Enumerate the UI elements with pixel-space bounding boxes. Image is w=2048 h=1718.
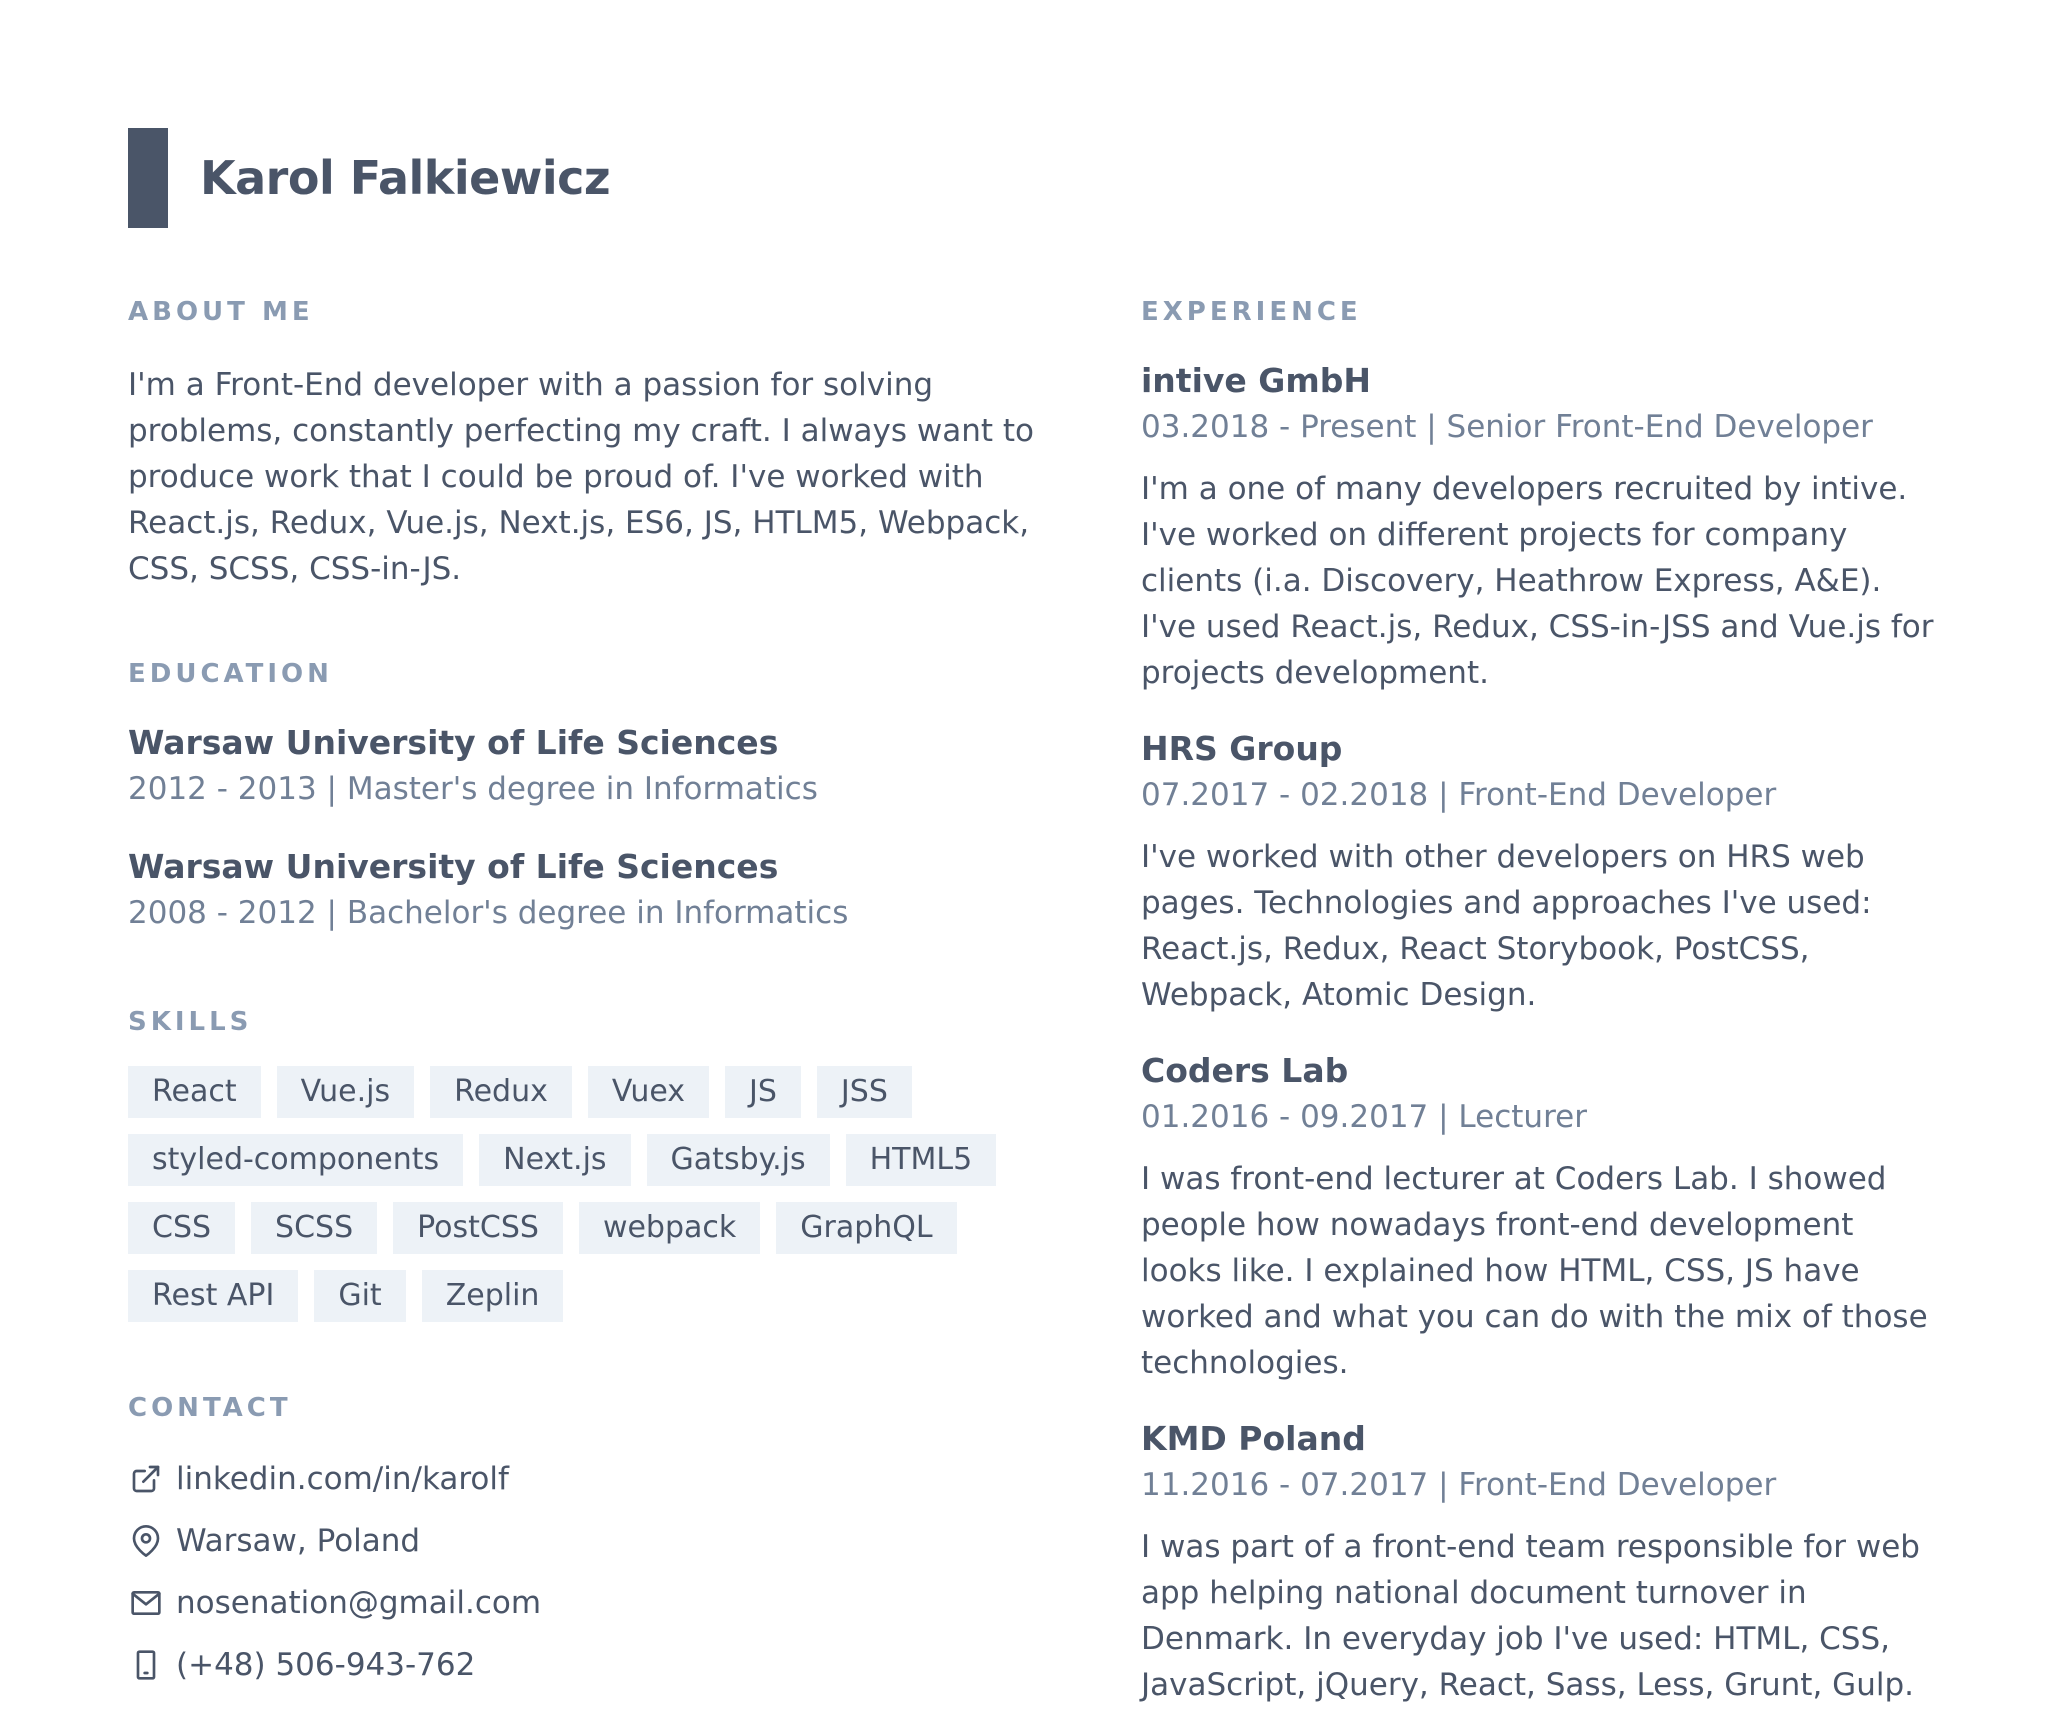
education-item: Warsaw University of Life Sciences 2008 … — [128, 844, 1078, 936]
linkedin-link[interactable]: linkedin.com/in/karolf — [176, 1461, 509, 1497]
contact-section: Contact linkedin.com/in/karolf — [128, 1390, 1078, 1696]
experience-list: intive GmbH 03.2018 - Present | Senior F… — [1141, 358, 1941, 1708]
skills-list: React Vue.js Redux Vuex JS JSS styled-co… — [128, 1066, 1028, 1338]
about-section: About me I'm a Front-End developer with … — [128, 294, 1078, 592]
experience-company: KMD Poland — [1141, 1419, 1366, 1458]
map-pin-icon — [128, 1523, 164, 1559]
resume-header: Karol Falkiewicz — [128, 128, 611, 228]
education-school: Warsaw University of Life Sciences — [128, 723, 779, 762]
skill-chip: Vue.js — [276, 1066, 415, 1118]
skills-section: Skills React Vue.js Redux Vuex JS JSS st… — [128, 1004, 1078, 1338]
email-link[interactable]: nosenation@gmail.com — [176, 1585, 541, 1621]
skill-chip: CSS — [128, 1202, 236, 1254]
experience-details: 03.2018 - Present | Senior Front-End Dev… — [1141, 409, 1873, 445]
right-column: Experience intive GmbH 03.2018 - Present… — [1141, 294, 1941, 1718]
contact-linkedin[interactable]: linkedin.com/in/karolf — [128, 1448, 1078, 1510]
skill-chip: React — [128, 1066, 261, 1118]
phone-icon — [128, 1647, 164, 1683]
skill-chip: GraphQL — [776, 1202, 957, 1254]
experience-details: 01.2016 - 09.2017 | Lecturer — [1141, 1099, 1587, 1135]
header-accent-bar — [128, 128, 168, 228]
experience-item: KMD Poland 11.2016 - 07.2017 | Front-End… — [1141, 1416, 1941, 1708]
experience-description: I'm a one of many developers recruited b… — [1141, 471, 1934, 691]
external-link-icon — [128, 1461, 164, 1497]
skill-chip: Gatsby.js — [646, 1134, 830, 1186]
skill-chip: PostCSS — [393, 1202, 563, 1254]
skill-chip: webpack — [578, 1202, 761, 1254]
skill-chip: Git — [314, 1270, 406, 1322]
contact-section-title: Contact — [128, 1393, 292, 1423]
experience-details: 07.2017 - 02.2018 | Front-End Developer — [1141, 777, 1777, 813]
experience-section: Experience intive GmbH 03.2018 - Present… — [1141, 294, 1941, 1708]
mail-icon — [128, 1585, 164, 1621]
skill-chip: styled-components — [128, 1134, 464, 1186]
skill-chip: Redux — [430, 1066, 572, 1118]
experience-description: I've worked with other developers on HRS… — [1141, 839, 1872, 1013]
skill-chip: Rest API — [128, 1270, 299, 1322]
skill-chip: Vuex — [587, 1066, 710, 1118]
experience-company: HRS Group — [1141, 729, 1343, 768]
experience-section-title: Experience — [1141, 297, 1362, 327]
contact-phone[interactable]: (+48) 506-943-762 — [128, 1634, 1078, 1696]
about-section-title: About me — [128, 297, 314, 327]
skill-chip: HTML5 — [845, 1134, 997, 1186]
experience-details: 11.2016 - 07.2017 | Front-End Developer — [1141, 1467, 1777, 1503]
experience-item: intive GmbH 03.2018 - Present | Senior F… — [1141, 358, 1941, 696]
skill-chip: JSS — [816, 1066, 912, 1118]
experience-description: I was part of a front-end team responsib… — [1141, 1529, 1920, 1703]
experience-company: Coders Lab — [1141, 1051, 1349, 1090]
skill-chip: Next.js — [479, 1134, 631, 1186]
education-details: 2012 - 2013 | Master's degree in Informa… — [128, 771, 818, 807]
phone-number[interactable]: (+48) 506-943-762 — [176, 1647, 475, 1683]
person-name: Karol Falkiewicz — [200, 151, 611, 205]
education-section: Education Warsaw University of Life Scie… — [128, 656, 1078, 936]
contact-email[interactable]: nosenation@gmail.com — [128, 1572, 1078, 1634]
education-item: Warsaw University of Life Sciences 2012 … — [128, 720, 1078, 812]
experience-company: intive GmbH — [1141, 361, 1371, 400]
experience-description: I was front-end lecturer at Coders Lab. … — [1141, 1161, 1928, 1381]
skill-chip: JS — [725, 1066, 801, 1118]
experience-item: HRS Group 07.2017 - 02.2018 | Front-End … — [1141, 726, 1941, 1018]
education-details: 2008 - 2012 | Bachelor's degree in Infor… — [128, 895, 849, 931]
contact-location: Warsaw, Poland — [128, 1510, 1078, 1572]
skill-chip: Zeplin — [421, 1270, 564, 1322]
education-section-title: Education — [128, 659, 333, 689]
location-text: Warsaw, Poland — [176, 1523, 421, 1559]
left-column: About me I'm a Front-End developer with … — [128, 294, 1078, 1696]
experience-item: Coders Lab 01.2016 - 09.2017 | Lecturer … — [1141, 1048, 1941, 1386]
skill-chip: SCSS — [251, 1202, 378, 1254]
contact-list: linkedin.com/in/karolf Warsaw, Poland no… — [128, 1448, 1078, 1696]
education-school: Warsaw University of Life Sciences — [128, 847, 779, 886]
about-text: I'm a Front-End developer with a passion… — [128, 367, 1035, 587]
skills-section-title: Skills — [128, 1007, 253, 1037]
